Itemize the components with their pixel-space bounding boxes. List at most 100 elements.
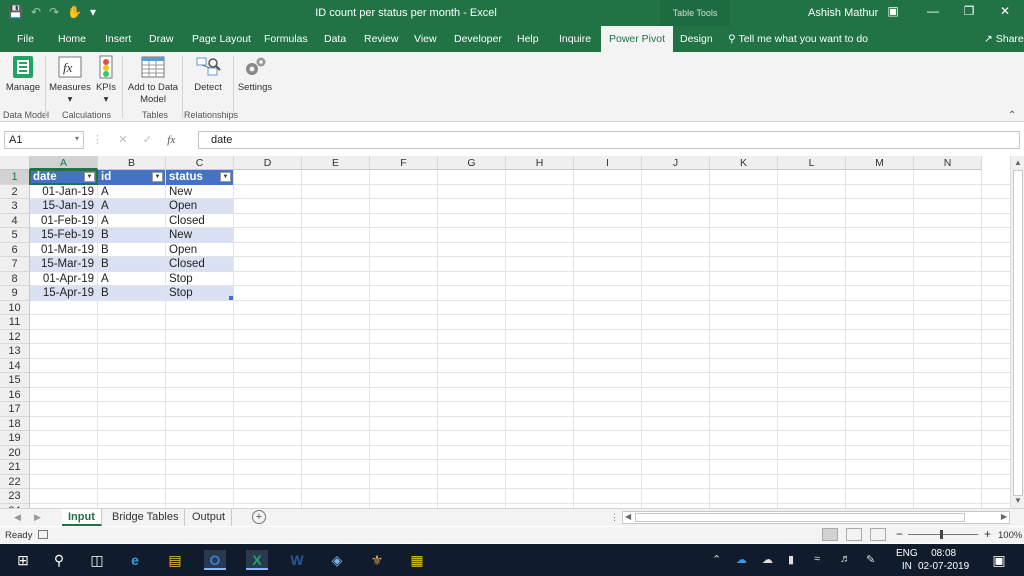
column-header-l[interactable]: L	[778, 156, 846, 170]
vertical-scrollbar[interactable]: ▲ ▼	[1010, 156, 1024, 508]
select-all-corner[interactable]	[0, 156, 30, 170]
column-header-e[interactable]: E	[302, 156, 370, 170]
table-header-cell[interactable]: status ▼	[166, 170, 233, 185]
sheet-tab-bridge-tables[interactable]: Bridge Tables	[106, 509, 186, 526]
page-break-view-icon[interactable]	[870, 528, 886, 541]
table-cell[interactable]: New	[166, 228, 233, 243]
user-name[interactable]: Ashish Mathur	[808, 7, 878, 19]
add-to-data-model-button[interactable]: Add to Data Model	[126, 54, 180, 106]
power-bi-icon[interactable]: ▦	[406, 550, 428, 570]
row-header[interactable]: 8	[0, 271, 30, 286]
row-header[interactable]: 18	[0, 416, 30, 431]
row-header[interactable]: 10	[0, 300, 30, 315]
restore-icon[interactable]: ❐	[952, 4, 986, 22]
measures-button[interactable]: fx Measures ▾	[48, 54, 92, 106]
zoom-slider[interactable]	[908, 534, 978, 535]
table-cell[interactable]: Stop	[166, 286, 233, 301]
tab-insert[interactable]: Insert	[105, 33, 131, 45]
horizontal-scroll-thumb[interactable]	[635, 513, 965, 522]
outlook-icon[interactable]: O	[204, 550, 226, 570]
tab-home[interactable]: Home	[58, 33, 86, 45]
manage-button[interactable]: Manage	[4, 54, 42, 94]
tell-me-box[interactable]: ⚲ Tell me what you want to do	[728, 33, 868, 45]
table-cell[interactable]: Closed	[166, 214, 233, 229]
table-cell[interactable]: Open	[166, 199, 233, 214]
name-box-dropdown-icon[interactable]: ▾	[75, 134, 79, 143]
file-explorer-icon[interactable]: ▤	[164, 550, 186, 570]
table-cell[interactable]: B	[98, 257, 165, 272]
sheet-tab-output[interactable]: Output	[186, 509, 233, 526]
zoom-level[interactable]: 100%	[998, 530, 1022, 541]
sheet-tab-input[interactable]: Input	[62, 509, 102, 526]
cloud-icon[interactable]: ☁	[762, 553, 773, 566]
table-cell[interactable]: B	[98, 228, 165, 243]
tab-data[interactable]: Data	[324, 33, 346, 45]
column-header-j[interactable]: J	[642, 156, 710, 170]
row-header[interactable]: 23	[0, 489, 30, 504]
scroll-down-icon[interactable]: ▼	[1014, 496, 1022, 505]
row-header[interactable]: 9	[0, 286, 30, 301]
row-header[interactable]: 5	[0, 228, 30, 243]
macro-record-icon[interactable]	[38, 530, 48, 539]
tab-formulas[interactable]: Formulas	[264, 33, 308, 45]
table-cell[interactable]: 01-Mar-19	[30, 243, 97, 258]
tab-review[interactable]: Review	[364, 33, 398, 45]
table-cell[interactable]: Closed	[166, 257, 233, 272]
pen-icon[interactable]: ✎	[866, 553, 875, 566]
column-header-n[interactable]: N	[914, 156, 982, 170]
kpis-button[interactable]: KPIs ▾	[94, 54, 118, 106]
battery-icon[interactable]: ▮	[788, 553, 794, 566]
row-header[interactable]: 7	[0, 257, 30, 272]
table-cell[interactable]: Stop	[166, 272, 233, 287]
row-header[interactable]: 21	[0, 460, 30, 475]
settings-button[interactable]: Settings	[236, 54, 274, 94]
row-header[interactable]: 4	[0, 213, 30, 228]
row-header[interactable]: 1	[0, 170, 30, 185]
detect-button[interactable]: Detect	[188, 54, 228, 94]
tab-view[interactable]: View	[414, 33, 437, 45]
page-layout-view-icon[interactable]	[846, 528, 862, 541]
row-header[interactable]: 2	[0, 184, 30, 199]
column-header-h[interactable]: H	[506, 156, 574, 170]
tab-design[interactable]: Design	[680, 33, 713, 45]
table-header-cell[interactable]: id ▼	[98, 170, 165, 185]
table-cell[interactable]: New	[166, 185, 233, 200]
zoom-out-icon[interactable]: −	[896, 527, 903, 541]
tab-page-layout[interactable]: Page Layout	[192, 33, 251, 45]
column-header-i[interactable]: I	[574, 156, 642, 170]
zoom-slider-knob[interactable]	[940, 530, 943, 539]
table-cell[interactable]: 15-Jan-19	[30, 199, 97, 214]
word-icon[interactable]: W	[286, 550, 308, 570]
search-icon[interactable]: ⚲	[48, 550, 70, 570]
tab-developer[interactable]: Developer	[454, 33, 502, 45]
row-header[interactable]: 6	[0, 242, 30, 257]
collapse-ribbon-icon[interactable]: ⌃	[1008, 110, 1016, 121]
excel-icon[interactable]: X	[246, 550, 268, 570]
name-box[interactable]: A1 ▾	[4, 131, 84, 149]
row-header[interactable]: 22	[0, 474, 30, 489]
show-hidden-icons-icon[interactable]: ⌃	[712, 553, 721, 566]
windows-start-icon[interactable]: ⊞	[12, 550, 34, 570]
column-header-m[interactable]: M	[846, 156, 914, 170]
share-button[interactable]: ↗ Share	[984, 33, 1024, 45]
row-header[interactable]: 3	[0, 199, 30, 214]
app-icon[interactable]: ◈	[326, 550, 348, 570]
column-header-g[interactable]: G	[438, 156, 506, 170]
volume-icon[interactable]: ♬	[840, 553, 851, 565]
row-header[interactable]: 11	[0, 315, 30, 330]
table-resize-handle[interactable]	[229, 295, 233, 300]
tab-help[interactable]: Help	[517, 33, 539, 45]
column-header-f[interactable]: F	[370, 156, 438, 170]
row-header[interactable]: 15	[0, 373, 30, 388]
zoom-in-icon[interactable]: +	[984, 527, 991, 541]
filter-dropdown-icon[interactable]: ▼	[152, 172, 163, 182]
row-header[interactable]: 13	[0, 344, 30, 359]
table-cell[interactable]: 01-Apr-19	[30, 272, 97, 287]
table-cell[interactable]: B	[98, 243, 165, 258]
scroll-up-icon[interactable]: ▲	[1014, 158, 1022, 167]
row-header[interactable]: 19	[0, 431, 30, 446]
notifications-icon[interactable]: ▣	[988, 550, 1010, 570]
table-cell[interactable]: B	[98, 286, 165, 301]
table-cell[interactable]: 15-Feb-19	[30, 228, 97, 243]
close-icon[interactable]: ✕	[988, 4, 1022, 22]
